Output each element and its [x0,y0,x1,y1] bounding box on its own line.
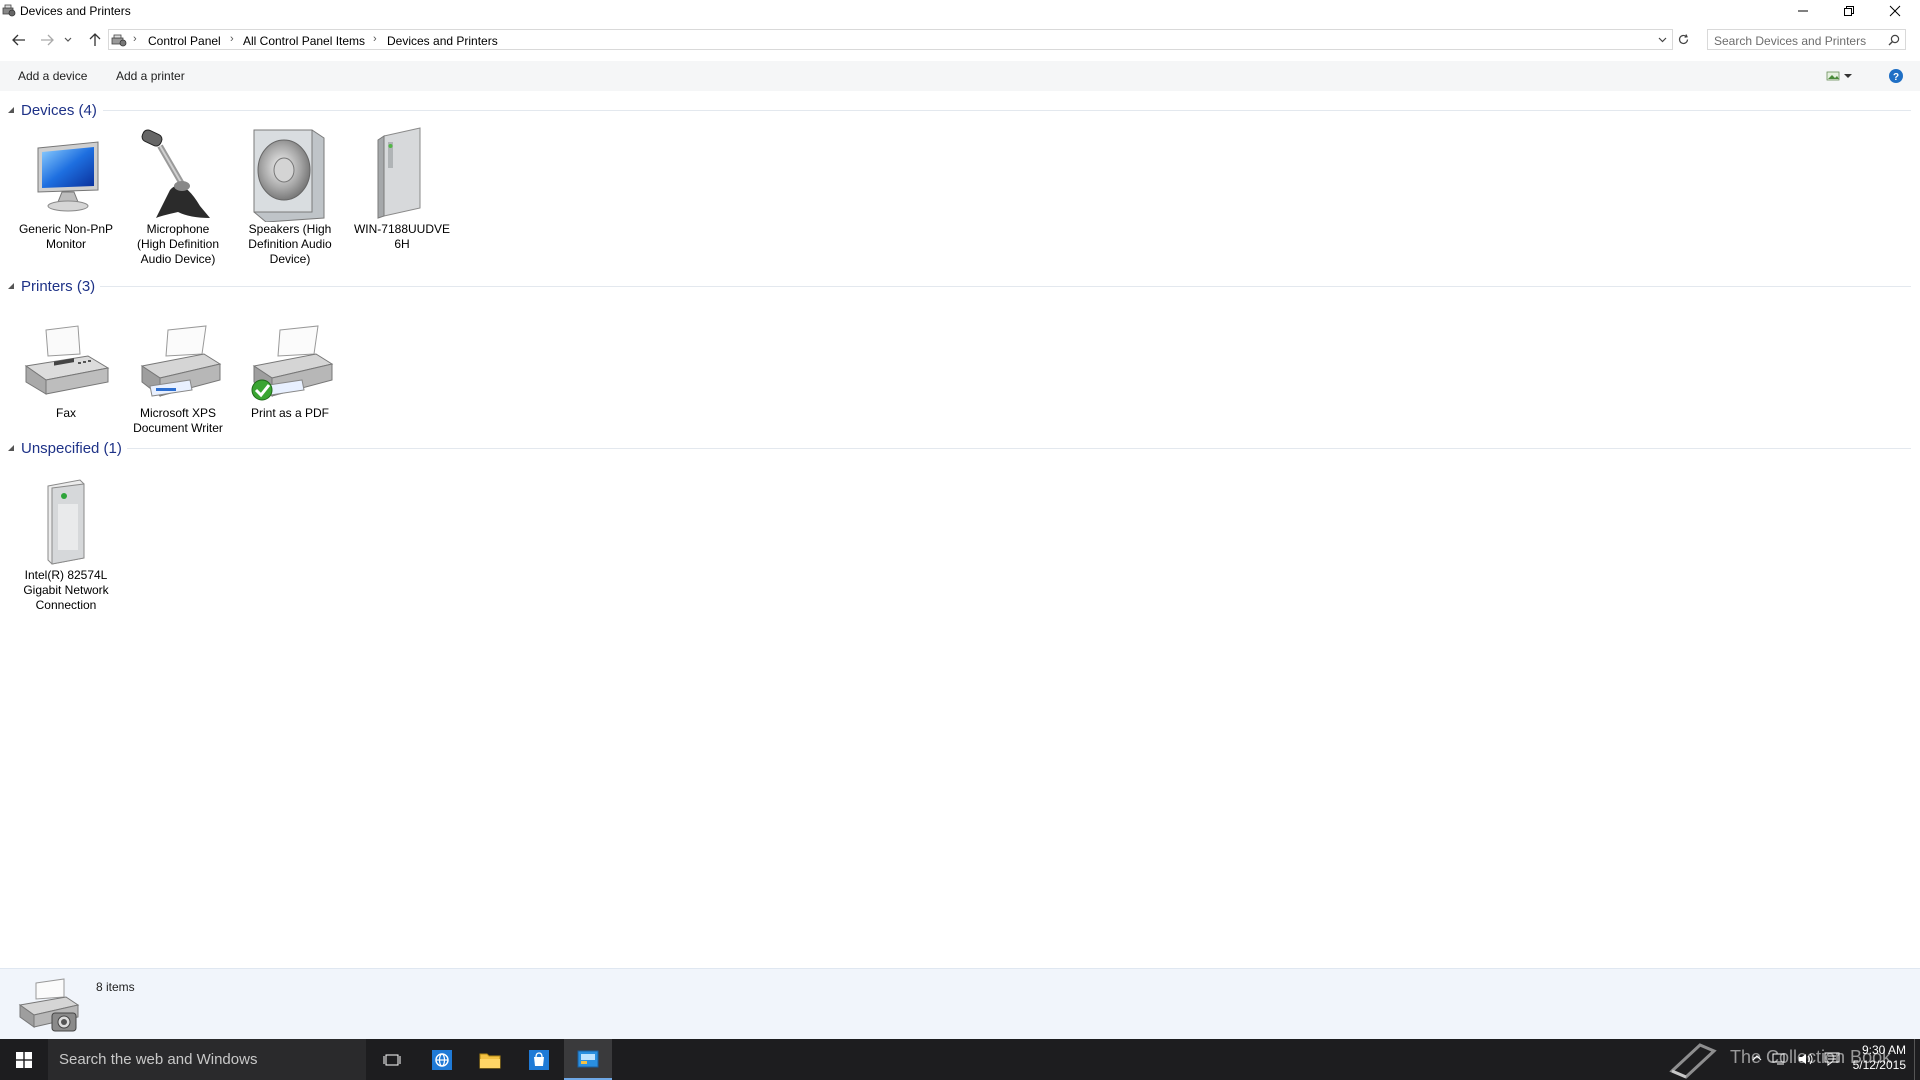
microphone-icon [130,126,226,222]
network-icon[interactable] [1772,1052,1788,1066]
restore-button[interactable] [1826,0,1872,22]
device-item[interactable]: Speakers (High Definition Audio Device) [235,126,345,267]
up-arrow-icon [89,33,101,46]
devices-printers-large-icon [18,978,80,1032]
collapse-arrow-icon[interactable] [8,283,14,289]
group-header-unspecified[interactable]: Unspecified (1) [8,438,122,458]
network-device-icon [18,474,114,568]
refresh-icon[interactable] [1677,33,1690,46]
device-item[interactable]: WIN-7188UUDVE 6H [347,126,457,252]
collapse-arrow-icon[interactable] [8,107,14,113]
restore-icon [1844,6,1854,16]
details-pane: 8 items [0,968,1920,1040]
unspecified-label: Intel(R) 82574L Gigabit Network Connecti… [23,568,109,612]
device-label: Microphone (High Definition Audio Device… [136,222,220,266]
taskbar: Search the web and Windows The Collectio… [0,1039,1920,1080]
close-button[interactable] [1872,0,1918,22]
volume-icon[interactable] [1798,1052,1814,1066]
group-title-devices: Devices (4) [21,101,97,119]
title-bar: Devices and Printers [0,0,1920,22]
clock-time: 9:30 AM [1861,1043,1906,1057]
taskbar-devices-printers-button[interactable] [564,1039,612,1080]
group-divider [100,286,1911,287]
taskbar-search-text: Search the web and Windows [59,1051,258,1068]
group-header-printers[interactable]: Printers (3) [8,276,95,296]
search-placeholder: Search Devices and Printers [1714,34,1867,48]
unspecified-item[interactable]: Intel(R) 82574L Gigabit Network Connecti… [11,474,121,613]
start-button[interactable] [0,1039,48,1080]
task-view-button[interactable] [368,1039,416,1080]
printer-label: Print as a PDF [250,406,330,420]
group-title-printers: Printers (3) [21,277,96,295]
taskbar-store-button[interactable] [515,1039,563,1080]
printer-item[interactable]: Microsoft XPS Document Writer [123,310,233,436]
printer-item[interactable]: Print as a PDF [235,310,345,421]
group-divider [103,110,1911,111]
window-title: Devices and Printers [20,4,131,18]
up-button[interactable] [84,28,106,52]
globe-icon [432,1049,452,1070]
breadcrumb-separator[interactable]: › [133,33,137,45]
computer-tower-icon [354,126,450,222]
forward-arrow-icon [41,34,54,46]
folder-icon [479,1053,501,1068]
monitor-icon [18,126,114,222]
task-view-icon [383,1054,401,1065]
printer-default-icon [242,310,338,406]
device-label: Generic Non-PnP Monitor [18,222,114,251]
command-bar: Add a device Add a printer ? [0,61,1920,91]
breadcrumb-devices-printers[interactable]: Devices and Printers [387,34,498,48]
address-bar[interactable]: › Control Panel › All Control Panel Item… [108,29,1689,50]
chevron-down-icon [64,37,72,42]
printer-label: Fax [55,406,76,420]
device-item[interactable]: Generic Non-PnP Monitor [11,126,121,252]
back-button[interactable] [8,28,30,52]
search-icon[interactable] [1888,34,1900,46]
printer-icon [130,310,226,406]
show-hidden-icons-icon[interactable] [1752,1054,1762,1062]
group-header-devices[interactable]: Devices (4) [8,100,97,120]
clock-date: 5/12/2015 [1852,1058,1906,1072]
minimize-icon [1798,10,1808,12]
printer-label: Microsoft XPS Document Writer [133,406,223,435]
windows-logo-icon [16,1051,32,1068]
item-count: 8 items [96,980,135,994]
device-item[interactable]: Microphone (High Definition Audio Device… [123,126,233,267]
control-panel-icon [577,1050,599,1067]
devices-printers-icon [2,4,16,17]
printer-item[interactable]: Fax [11,310,121,421]
group-divider [127,448,1911,449]
help-icon[interactable]: ? [1888,68,1904,84]
breadcrumb-all-items[interactable]: All Control Panel Items [243,34,365,48]
devices-printers-icon [111,34,127,47]
speaker-icon [242,126,338,223]
show-desktop-button[interactable] [1914,1039,1920,1080]
device-label: Speakers (High Definition Audio Device) [248,222,332,266]
view-options-icon[interactable] [1826,70,1854,82]
taskbar-browser-button[interactable] [418,1039,466,1080]
group-title-unspecified: Unspecified (1) [21,439,122,457]
svg-text:?: ? [1893,72,1899,83]
fax-icon [18,310,114,406]
back-arrow-icon [12,34,25,46]
taskbar-file-explorer-button[interactable] [466,1039,514,1080]
breadcrumb-separator[interactable]: › [373,33,377,45]
breadcrumb-separator[interactable]: › [230,33,234,45]
forward-button[interactable] [36,28,58,52]
system-clock[interactable]: 9:30 AM 5/12/2015 [1846,1043,1906,1073]
search-input[interactable]: Search Devices and Printers [1707,29,1906,50]
chevron-down-icon[interactable] [1658,37,1667,43]
store-icon [529,1049,549,1070]
breadcrumb-control-panel[interactable]: Control Panel [148,34,221,48]
taskbar-search[interactable]: Search the web and Windows [48,1039,366,1080]
add-device-button[interactable]: Add a device [18,69,87,83]
device-label: WIN-7188UUDVE 6H [353,222,451,251]
recent-locations-button[interactable] [61,28,75,52]
close-icon [1889,5,1901,17]
book-watermark-icon [1669,1043,1717,1079]
action-center-icon[interactable] [1824,1052,1840,1066]
minimize-button[interactable] [1780,0,1826,22]
add-printer-button[interactable]: Add a printer [116,69,185,83]
collapse-arrow-icon[interactable] [8,445,14,451]
